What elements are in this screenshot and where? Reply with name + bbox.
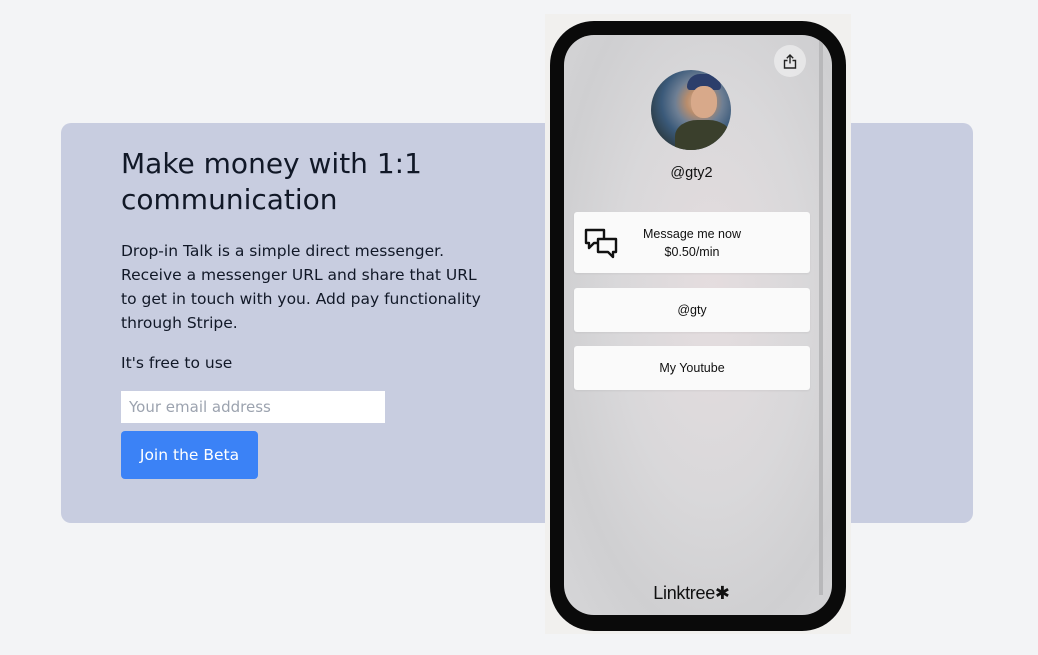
hero-free-text: It's free to use: [121, 354, 233, 372]
profile-handle: @gty2: [670, 165, 713, 181]
link-youtube-label: My Youtube: [659, 361, 725, 375]
hero-title: Make money with 1:1 communication: [121, 147, 422, 216]
link-my-youtube[interactable]: My Youtube: [574, 346, 810, 390]
share-icon: [783, 53, 797, 69]
linktree-logo[interactable]: Linktree✱: [564, 583, 819, 604]
email-input[interactable]: [121, 391, 385, 423]
link-gty-label: @gty: [677, 303, 707, 317]
link-message-label: Message me now: [643, 226, 741, 241]
avatar: [651, 70, 731, 150]
link-message-price: $0.50/min: [664, 244, 720, 259]
phone-scrollbar[interactable]: [819, 35, 823, 595]
link-message-me[interactable]: Message me now $0.50/min: [574, 212, 810, 273]
hero-description: Drop-in Talk is a simple direct messenge…: [121, 242, 481, 332]
link-gty[interactable]: @gty: [574, 288, 810, 332]
join-beta-button[interactable]: Join the Beta: [121, 431, 258, 479]
share-button[interactable]: [774, 45, 806, 77]
chat-icon: [584, 228, 618, 259]
phone-screen: @gty2 Message me now $0.50/min @gty My Y…: [564, 35, 832, 615]
